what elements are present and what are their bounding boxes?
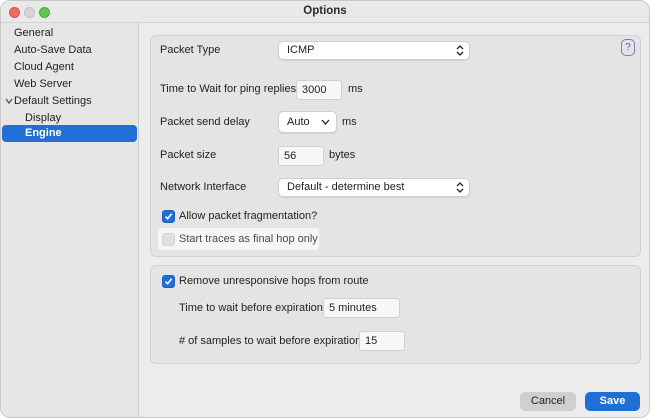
sidebar-item-label: Auto-Save Data [14, 44, 92, 56]
chevron-down-icon [321, 119, 330, 125]
sidebar-item-default-settings[interactable]: Default Settings [2, 93, 137, 110]
send-delay-select[interactable]: Auto [278, 111, 337, 133]
hop-expiration-group: Remove unresponsive hops from route Time… [150, 265, 641, 364]
network-interface-label: Network Interface [160, 181, 247, 193]
save-button[interactable]: Save [585, 392, 640, 411]
allow-fragmentation-checkbox[interactable] [162, 210, 175, 223]
window-title: Options [303, 5, 347, 17]
updown-chevron-icon [456, 45, 464, 56]
cancel-button[interactable]: Cancel [520, 392, 576, 411]
checkmark-icon [164, 278, 173, 286]
title-bar: Options [1, 1, 649, 23]
packet-size-unit: bytes [329, 149, 356, 161]
send-delay-label: Packet send delay [160, 116, 250, 128]
final-hop-checkbox[interactable] [162, 233, 175, 246]
sidebar-item-label: Display [25, 112, 62, 124]
sidebar-item-engine[interactable]: Engine [2, 125, 137, 142]
sidebar-item-label: Default Settings [14, 95, 92, 107]
network-interface-value: Default - determine best [287, 181, 405, 193]
sidebar-item-label: General [14, 27, 54, 39]
send-delay-value: Auto [287, 116, 310, 128]
sidebar-item-label: Engine [25, 127, 62, 139]
packet-size-field[interactable]: 56 [278, 146, 324, 166]
packet-type-value: ICMP [287, 44, 315, 56]
allow-fragmentation-label: Allow packet fragmentation? [179, 210, 318, 222]
engine-settings-panel: ? Packet Type ICMP Time to Wait for ping… [140, 23, 649, 417]
packet-settings-group: ? Packet Type ICMP Time to Wait for ping… [150, 35, 641, 257]
time-before-expiration-label: Time to wait before expiration [179, 302, 323, 314]
network-interface-select[interactable]: Default - determine best [278, 178, 470, 197]
wait-ping-unit: ms [348, 83, 363, 95]
samples-before-expiration-field[interactable]: 15 [359, 331, 405, 351]
sidebar-item-label: Web Server [14, 78, 72, 90]
updown-chevron-icon [456, 182, 464, 193]
sidebar-item-cloud-agent[interactable]: Cloud Agent [2, 59, 137, 76]
sidebar-item-web-server[interactable]: Web Server [2, 76, 137, 93]
sidebar: General Auto-Save Data Cloud Agent Web S… [1, 23, 139, 417]
sidebar-item-general[interactable]: General [2, 25, 137, 42]
help-button[interactable]: ? [621, 39, 635, 56]
samples-before-expiration-label: # of samples to wait before expiration [179, 335, 362, 347]
packet-type-select[interactable]: ICMP [278, 41, 470, 60]
checkmark-icon [164, 213, 173, 221]
remove-unresponsive-label: Remove unresponsive hops from route [179, 275, 369, 287]
time-before-expiration-field[interactable]: 5 minutes [323, 298, 400, 318]
final-hop-label: Start traces as final hop only [179, 233, 318, 245]
wait-ping-field[interactable]: 3000 [296, 80, 342, 100]
wait-ping-label: Time to Wait for ping replies [160, 83, 297, 95]
sidebar-item-label: Cloud Agent [14, 61, 74, 73]
packet-size-label: Packet size [160, 149, 217, 161]
options-window: Options General Auto-Save Data Cloud Age… [0, 0, 650, 418]
packet-type-label: Packet Type [160, 44, 221, 56]
sidebar-item-auto-save-data[interactable]: Auto-Save Data [2, 42, 137, 59]
remove-unresponsive-checkbox[interactable] [162, 275, 175, 288]
send-delay-unit: ms [342, 116, 357, 128]
